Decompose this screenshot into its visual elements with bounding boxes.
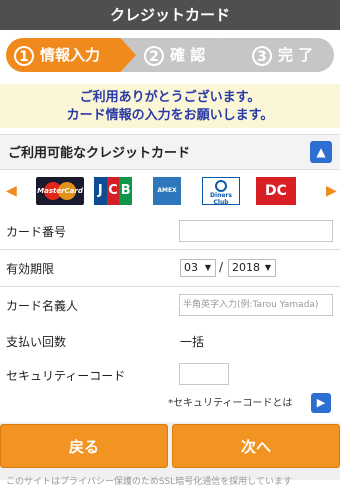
- expiry-month-select[interactable]: 03 ▼: [180, 259, 216, 277]
- card-holder-label: カード名義人: [6, 299, 79, 313]
- notice-line-1: ご利用ありがとうございます。: [79, 90, 261, 105]
- step-number: 1: [14, 45, 34, 66]
- expiry-separator: /: [219, 260, 224, 274]
- security-code-help-link[interactable]: *セキュリティーコードとは: [168, 394, 292, 409]
- card-holder-row: カード名義人 半角英字入力(例:Tarou Yamada): [0, 287, 340, 324]
- installments-row: 支払い回数 一括: [0, 323, 340, 360]
- expiry-row: 有効期限 03 ▼ / 2018 ▼: [0, 250, 340, 287]
- arrow-left-icon[interactable]: ◀: [6, 183, 17, 199]
- diners-club-logo: Diners Club: [202, 177, 240, 205]
- step-complete: 3 完 了: [222, 38, 334, 72]
- security-code-input[interactable]: [179, 363, 229, 385]
- footer-actions: 戻る 次へ このサイトはプライバシー保護のためSSL暗号化通信を採用しています: [0, 422, 340, 487]
- step-input-info: 1 情報入力: [6, 38, 136, 72]
- ssl-notice: このサイトはプライバシー保護のためSSL暗号化通信を採用しています: [6, 477, 292, 487]
- card-number-row: カード番号: [0, 213, 340, 250]
- installments-label: 支払い回数: [6, 335, 67, 349]
- security-code-row: セキュリティーコード *セキュリティーコードとは ▶: [0, 357, 340, 421]
- notice-banner: ご利用ありがとうございます。 カード情報の入力をお願いします。: [0, 84, 340, 128]
- step-number: 2: [144, 45, 164, 66]
- caret-down-icon: ▼: [264, 263, 271, 272]
- mastercard-logo: MasterCard: [36, 177, 84, 205]
- available-cards-header[interactable]: ご利用可能なクレジットカード ▲: [0, 134, 340, 170]
- card-number-label: カード番号: [6, 225, 67, 239]
- notice-line-2: カード情報の入力をお願いします。: [66, 108, 274, 123]
- dc-card-logo: DC: [256, 177, 296, 205]
- arrow-right-icon[interactable]: ▶: [326, 183, 337, 199]
- step-label: 情報入力: [40, 46, 101, 64]
- step-confirm: 2 確 認: [118, 38, 238, 72]
- expiry-label: 有効期限: [6, 262, 55, 276]
- step-label: 完 了: [278, 46, 314, 64]
- card-holder-input[interactable]: 半角英字入力(例:Tarou Yamada): [179, 294, 333, 316]
- available-cards-heading: ご利用可能なクレジットカード: [8, 146, 191, 161]
- card-brands-carousel: ◀ MasterCard J C B AMEX Diners Club DC ▶: [0, 171, 340, 214]
- step-number: 3: [252, 45, 272, 66]
- next-button[interactable]: 次へ: [172, 424, 340, 468]
- installments-value: 一括: [180, 335, 205, 349]
- chevron-right-icon[interactable]: ▶: [311, 393, 331, 413]
- card-number-input[interactable]: [179, 220, 333, 242]
- progress-steps: 1 情報入力 2 確 認 3 完 了: [0, 30, 340, 82]
- caret-down-icon: ▼: [204, 263, 211, 272]
- page-title: クレジットカード: [0, 0, 340, 30]
- expiry-year-select[interactable]: 2018 ▼: [228, 259, 276, 277]
- security-code-label: セキュリティーコード: [6, 369, 126, 383]
- chevron-up-icon[interactable]: ▲: [310, 141, 332, 163]
- step-label: 確 認: [170, 46, 206, 64]
- amex-logo: AMEX: [153, 177, 181, 205]
- back-button[interactable]: 戻る: [0, 424, 168, 468]
- jcb-logo: J C B: [94, 177, 132, 205]
